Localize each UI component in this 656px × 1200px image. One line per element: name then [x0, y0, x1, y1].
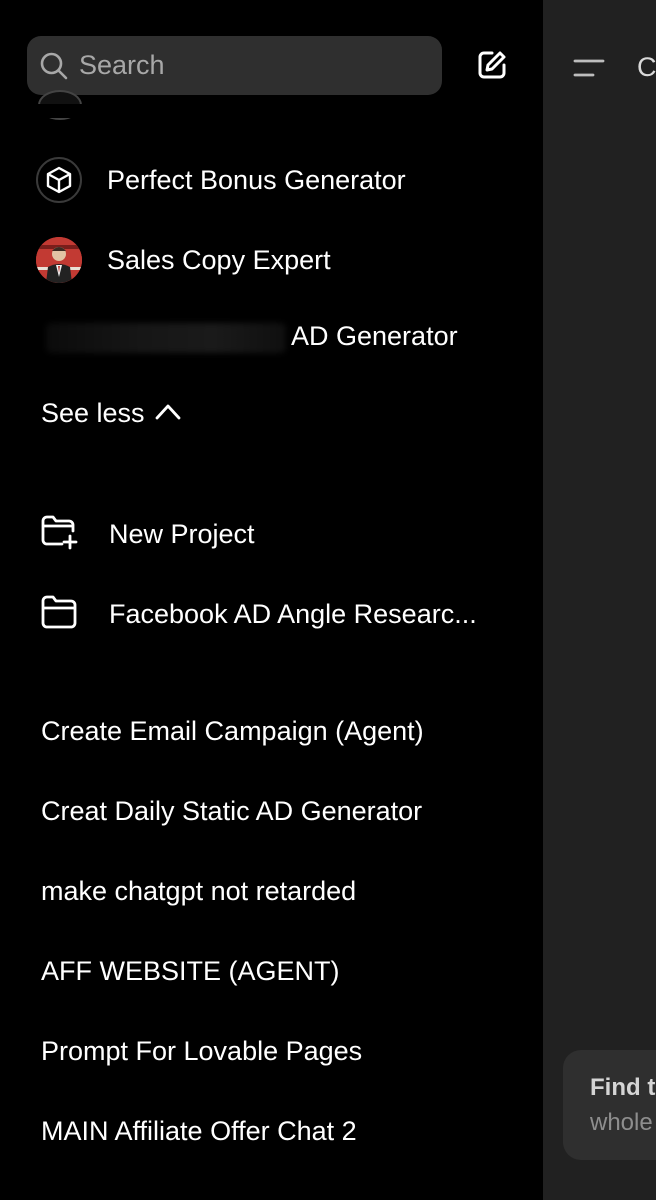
new-chat-button[interactable] [456, 36, 528, 98]
gpt-item-ad-generator[interactable]: AD Generator [291, 321, 458, 352]
menu-icon[interactable] [573, 58, 605, 83]
chat-item[interactable]: Create Email Campaign (Agent) [41, 716, 424, 747]
page-title: C [637, 52, 656, 82]
see-less-label: See less [41, 398, 145, 428]
main-panel: C Find t whole [543, 0, 656, 1200]
search-bar[interactable] [27, 36, 442, 95]
folder-plus-icon [40, 514, 78, 555]
chat-item[interactable]: AFF WEBSITE (AGENT) [41, 956, 340, 987]
suggestion-subtitle: whole [590, 1109, 653, 1136]
compose-icon [475, 48, 509, 87]
project-label: New Project [109, 519, 255, 549]
sidebar: Perfect Bonus Generator Sales Copy Exper… [0, 0, 543, 1200]
suggestion-title: Find t [590, 1074, 656, 1101]
search-input[interactable] [79, 36, 429, 95]
search-icon [39, 51, 69, 81]
project-item-facebook-ad-angle[interactable]: Facebook AD Angle Researc... [40, 594, 477, 635]
gpt-label: Perfect Bonus Generator [107, 164, 406, 195]
chat-item[interactable]: Creat Daily Static AD Generator [41, 796, 422, 827]
project-label: Facebook AD Angle Researc... [109, 599, 477, 629]
new-project-button[interactable]: New Project [40, 514, 255, 555]
gpt-item-perfect-bonus-generator[interactable]: Perfect Bonus Generator [36, 155, 406, 205]
suggestion-card[interactable]: Find t whole [563, 1050, 656, 1160]
gpt-item-sales-copy-expert[interactable]: Sales Copy Expert [36, 235, 331, 285]
chat-item[interactable]: MAIN Affiliate Offer Chat 2 [41, 1116, 357, 1147]
cube-icon [36, 157, 82, 203]
chevron-up-icon [145, 398, 181, 429]
gpt-label: Sales Copy Expert [107, 244, 331, 275]
chat-item[interactable]: Prompt For Lovable Pages [41, 1036, 362, 1067]
folder-icon [40, 594, 78, 635]
chat-item[interactable]: make chatgpt not retarded [41, 876, 356, 907]
redacted-label [46, 323, 286, 353]
avatar [36, 237, 82, 283]
see-less-button[interactable]: See less [41, 398, 181, 429]
